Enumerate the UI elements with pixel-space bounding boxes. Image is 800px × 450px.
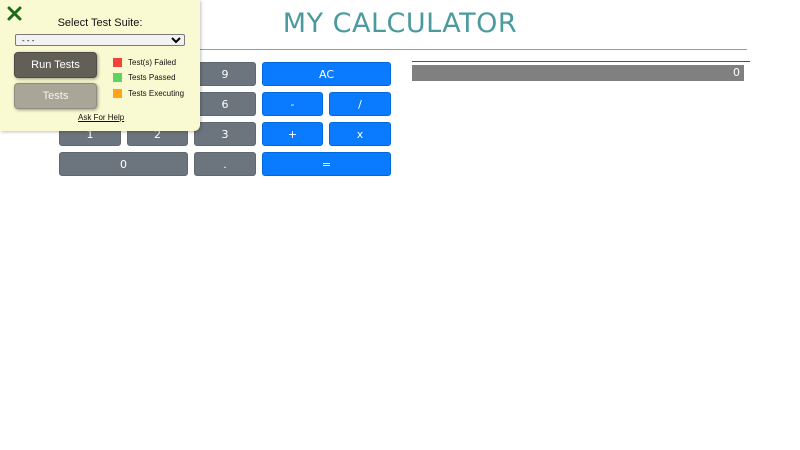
legend-failed: Test(s) Failed xyxy=(113,57,176,68)
decimal-button[interactable]: . xyxy=(194,152,256,176)
test-runner-panel: Select Test Suite: - - - Run Tests Tests… xyxy=(0,0,200,131)
test-suite-select[interactable]: - - - xyxy=(15,34,185,46)
minus-button[interactable]: - xyxy=(262,92,323,116)
equals-button[interactable]: = xyxy=(262,152,391,176)
legend-label: Tests Passed xyxy=(128,73,176,82)
passed-swatch xyxy=(113,73,122,82)
ask-for-help-link[interactable]: Ask For Help xyxy=(78,113,124,122)
clear-button[interactable]: AC xyxy=(262,62,391,86)
divide-button[interactable]: / xyxy=(329,92,391,116)
failed-swatch xyxy=(113,58,122,67)
legend-label: Tests Executing xyxy=(128,89,185,98)
legend-executing: Tests Executing xyxy=(113,88,184,99)
legend-label: Test(s) Failed xyxy=(128,58,177,67)
legend-passed: Tests Passed xyxy=(113,72,176,83)
calculator-display: 0 xyxy=(412,61,750,81)
key-6[interactable]: 6 xyxy=(194,92,256,116)
display-value: 0 xyxy=(412,65,744,81)
tests-button[interactable]: Tests xyxy=(14,83,97,109)
executing-swatch xyxy=(113,89,122,98)
test-suite-label: Select Test Suite: xyxy=(57,17,143,29)
key-3[interactable]: 3 xyxy=(194,122,256,146)
run-tests-button[interactable]: Run Tests xyxy=(14,52,97,78)
plus-button[interactable]: + xyxy=(262,122,323,146)
multiply-button[interactable]: x xyxy=(329,122,391,146)
display-divider xyxy=(412,61,750,62)
key-9[interactable]: 9 xyxy=(194,62,256,86)
key-0[interactable]: 0 xyxy=(59,152,188,176)
